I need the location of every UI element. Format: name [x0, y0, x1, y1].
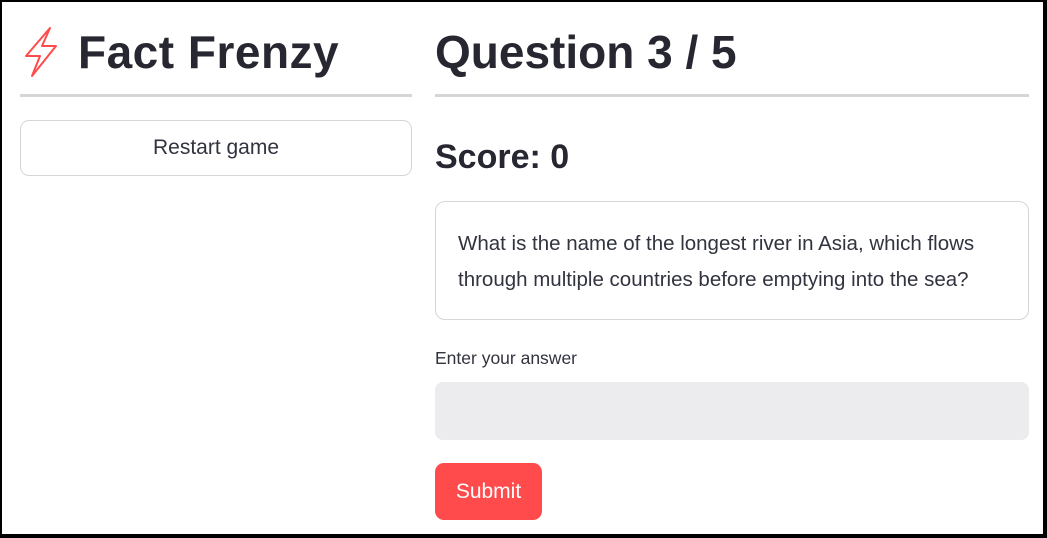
sidebar-divider [20, 94, 412, 97]
question-heading: Question 3 / 5 [435, 26, 737, 78]
app-title: Fact Frenzy [20, 22, 339, 82]
question-box: What is the name of the longest river in… [435, 201, 1029, 320]
score-display: Score: 0 [435, 138, 570, 176]
answer-label: Enter your answer [435, 348, 578, 368]
submit-button[interactable]: Submit [435, 463, 542, 520]
question-text: What is the name of the longest river in… [458, 232, 975, 291]
app-title-text: Fact Frenzy [78, 26, 340, 78]
main-divider [435, 94, 1029, 97]
lightning-bolt-icon [25, 27, 57, 77]
answer-input[interactable] [435, 382, 1029, 440]
app-window: Fact Frenzy Restart game Question 3 / 5 … [2, 2, 1043, 534]
restart-game-button[interactable]: Restart game [20, 120, 412, 176]
